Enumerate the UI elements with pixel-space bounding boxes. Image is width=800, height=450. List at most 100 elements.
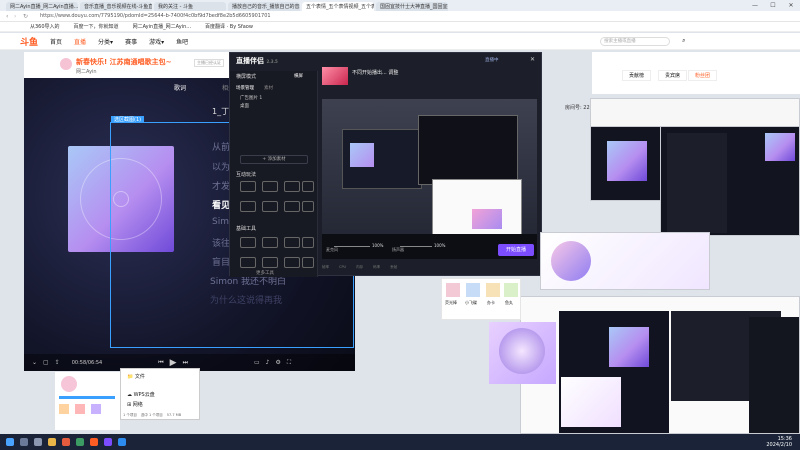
gift-icon[interactable] <box>486 283 500 297</box>
settings-icon[interactable]: ⚙ <box>276 359 281 366</box>
app-icon[interactable] <box>76 438 84 446</box>
danmaku-icon[interactable]: ▭ <box>254 359 260 366</box>
source-item[interactable]: 桌面 <box>240 103 249 109</box>
file-item[interactable]: ⊞ 网络 <box>127 401 143 408</box>
right-tab[interactable]: 贡献榜 <box>622 70 652 81</box>
companion-status: 直播中 <box>485 58 499 63</box>
next-icon[interactable]: ⏭ <box>183 359 188 367</box>
bookmark[interactable]: 百度一下，你就知道 <box>74 23 119 30</box>
share-icon[interactable]: ⇪ <box>55 359 60 366</box>
scene-mode[interactable]: 横屏模式 <box>236 73 256 80</box>
right-tab[interactable]: 粉丝团 <box>688 70 718 81</box>
tool-icon[interactable] <box>302 181 314 192</box>
streamer-name[interactable]: 网二Ayin <box>76 68 97 75</box>
source-tab[interactable]: 场景管理 <box>236 85 254 91</box>
mic-volume-slider[interactable] <box>334 246 370 247</box>
task-icon[interactable] <box>91 404 101 414</box>
minimize-icon[interactable]: — <box>746 0 764 11</box>
nav-item[interactable]: 分类▾ <box>98 37 113 46</box>
app-icon[interactable] <box>48 438 56 446</box>
anime-face <box>499 328 545 374</box>
start-icon[interactable] <box>6 438 14 446</box>
app-icon[interactable] <box>90 438 98 446</box>
preview-pink-art <box>472 209 502 229</box>
gift-icon[interactable] <box>446 283 460 297</box>
site-logo[interactable]: 斗鱼 <box>20 35 38 48</box>
fans-icon[interactable] <box>59 404 69 414</box>
comment-icon[interactable]: ▢ <box>43 359 49 366</box>
tool-icon[interactable] <box>262 181 278 192</box>
speaker-volume-value: 100% <box>434 243 446 248</box>
nav-item[interactable]: 直播 <box>74 37 86 46</box>
source-item[interactable]: 广告图片 1 <box>240 95 262 101</box>
search-icon[interactable]: ⌕ <box>682 37 685 45</box>
bookmark[interactable]: 百度翻译 · By Sfaow <box>205 23 253 30</box>
scene-tab[interactable]: 横屏 <box>294 73 303 79</box>
tool-icon[interactable] <box>302 237 314 248</box>
bookmark[interactable]: 网二Ayin直播_网二Ayin... <box>133 23 191 30</box>
file-item[interactable]: ☁ WPS云盘 <box>127 391 155 398</box>
clock[interactable]: 15:36 2024/2/10 <box>766 436 792 448</box>
taskview-icon[interactable] <box>34 438 42 446</box>
close-icon[interactable]: ✕ <box>782 0 800 11</box>
go-live-button[interactable]: 开始直播 <box>498 244 534 256</box>
bookmark[interactable]: 从360导入的 <box>30 23 60 30</box>
right-tab[interactable]: 贵宾席 <box>658 70 688 81</box>
gift-icon[interactable] <box>504 283 518 297</box>
avatar[interactable] <box>61 376 77 392</box>
app-icon[interactable] <box>62 438 70 446</box>
app-icon[interactable] <box>104 438 112 446</box>
nav-item[interactable]: 游戏▾ <box>149 37 164 46</box>
file-item[interactable]: 📁 文件 <box>127 373 145 380</box>
tool-icon[interactable] <box>302 257 314 268</box>
browser-tab[interactable]: 网二Ayin直播_网二Ayin直播... <box>6 2 78 11</box>
reload-icon[interactable]: ↻ <box>23 13 28 20</box>
maximize-icon[interactable]: ☐ <box>764 0 782 11</box>
tool-icon[interactable] <box>262 201 278 212</box>
tool-icon[interactable] <box>302 201 314 212</box>
nested-player <box>749 317 799 433</box>
tool-icon[interactable] <box>284 237 300 248</box>
forward-icon[interactable]: › <box>14 13 16 20</box>
add-source-button[interactable]: + 添加素材 <box>240 155 308 164</box>
collapse-icon[interactable]: ⌄ <box>32 359 37 366</box>
tool-icon[interactable] <box>284 201 300 212</box>
window-controls: — ☐ ✕ <box>746 0 800 11</box>
tool-icon[interactable] <box>284 257 300 268</box>
tool-icon[interactable] <box>240 257 256 268</box>
browser-tab[interactable]: 播放自己的音乐_播放自己的音乐... <box>228 2 300 11</box>
tool-icon[interactable] <box>262 257 278 268</box>
volume-icon[interactable]: ♪ <box>266 359 270 366</box>
play-icon[interactable]: ▶ <box>170 358 177 368</box>
tool-icon[interactable] <box>240 201 256 212</box>
back-icon[interactable]: ‹ <box>6 13 8 20</box>
tool-icon[interactable] <box>240 181 256 192</box>
companion-close-icon[interactable]: ✕ <box>530 56 535 63</box>
browser-tab[interactable]: 我的关注 - 斗鱼 <box>154 2 226 11</box>
fullscreen-icon[interactable]: ⛶ <box>287 359 291 367</box>
browser-tab[interactable]: 国固宜技什士大神直播_国固宜技什... <box>376 2 448 11</box>
tool-icon[interactable] <box>284 181 300 192</box>
browser-tab[interactable]: 音乐直播_音乐视频在线-斗鱼直播 <box>80 2 152 11</box>
streamer-avatar[interactable] <box>60 58 72 70</box>
tool-icon[interactable] <box>240 237 256 248</box>
gift-icon[interactable] <box>466 283 480 297</box>
browser-tab-active[interactable]: 五个表情_五个表情视频_五个表情... <box>302 2 374 11</box>
nav-item[interactable]: 赛事 <box>125 37 137 46</box>
more-tools-button[interactable]: 更多工具 <box>256 270 274 276</box>
verified-badge: 主播已经认证 <box>194 59 224 67</box>
search-icon[interactable] <box>20 438 28 446</box>
source-tab[interactable]: 素材 <box>264 85 273 91</box>
lyrics-tab[interactable]: 歌词 <box>174 83 186 92</box>
live-title[interactable]: 不同开始播出... 调整 <box>352 69 398 76</box>
gift-icon[interactable] <box>75 404 85 414</box>
search-input[interactable]: 搜索主播或直播 <box>600 36 671 46</box>
prev-icon[interactable]: ⏮ <box>158 359 163 367</box>
speaker-volume-slider[interactable] <box>400 246 432 247</box>
nav-item[interactable]: 鱼吧 <box>176 37 188 46</box>
preview-album <box>350 143 374 167</box>
url-text[interactable]: https://www.douyu.com/7795190/pdomId=256… <box>40 13 271 19</box>
app-icon[interactable] <box>118 438 126 446</box>
nav-item[interactable]: 首页 <box>50 37 62 46</box>
tool-icon[interactable] <box>262 237 278 248</box>
